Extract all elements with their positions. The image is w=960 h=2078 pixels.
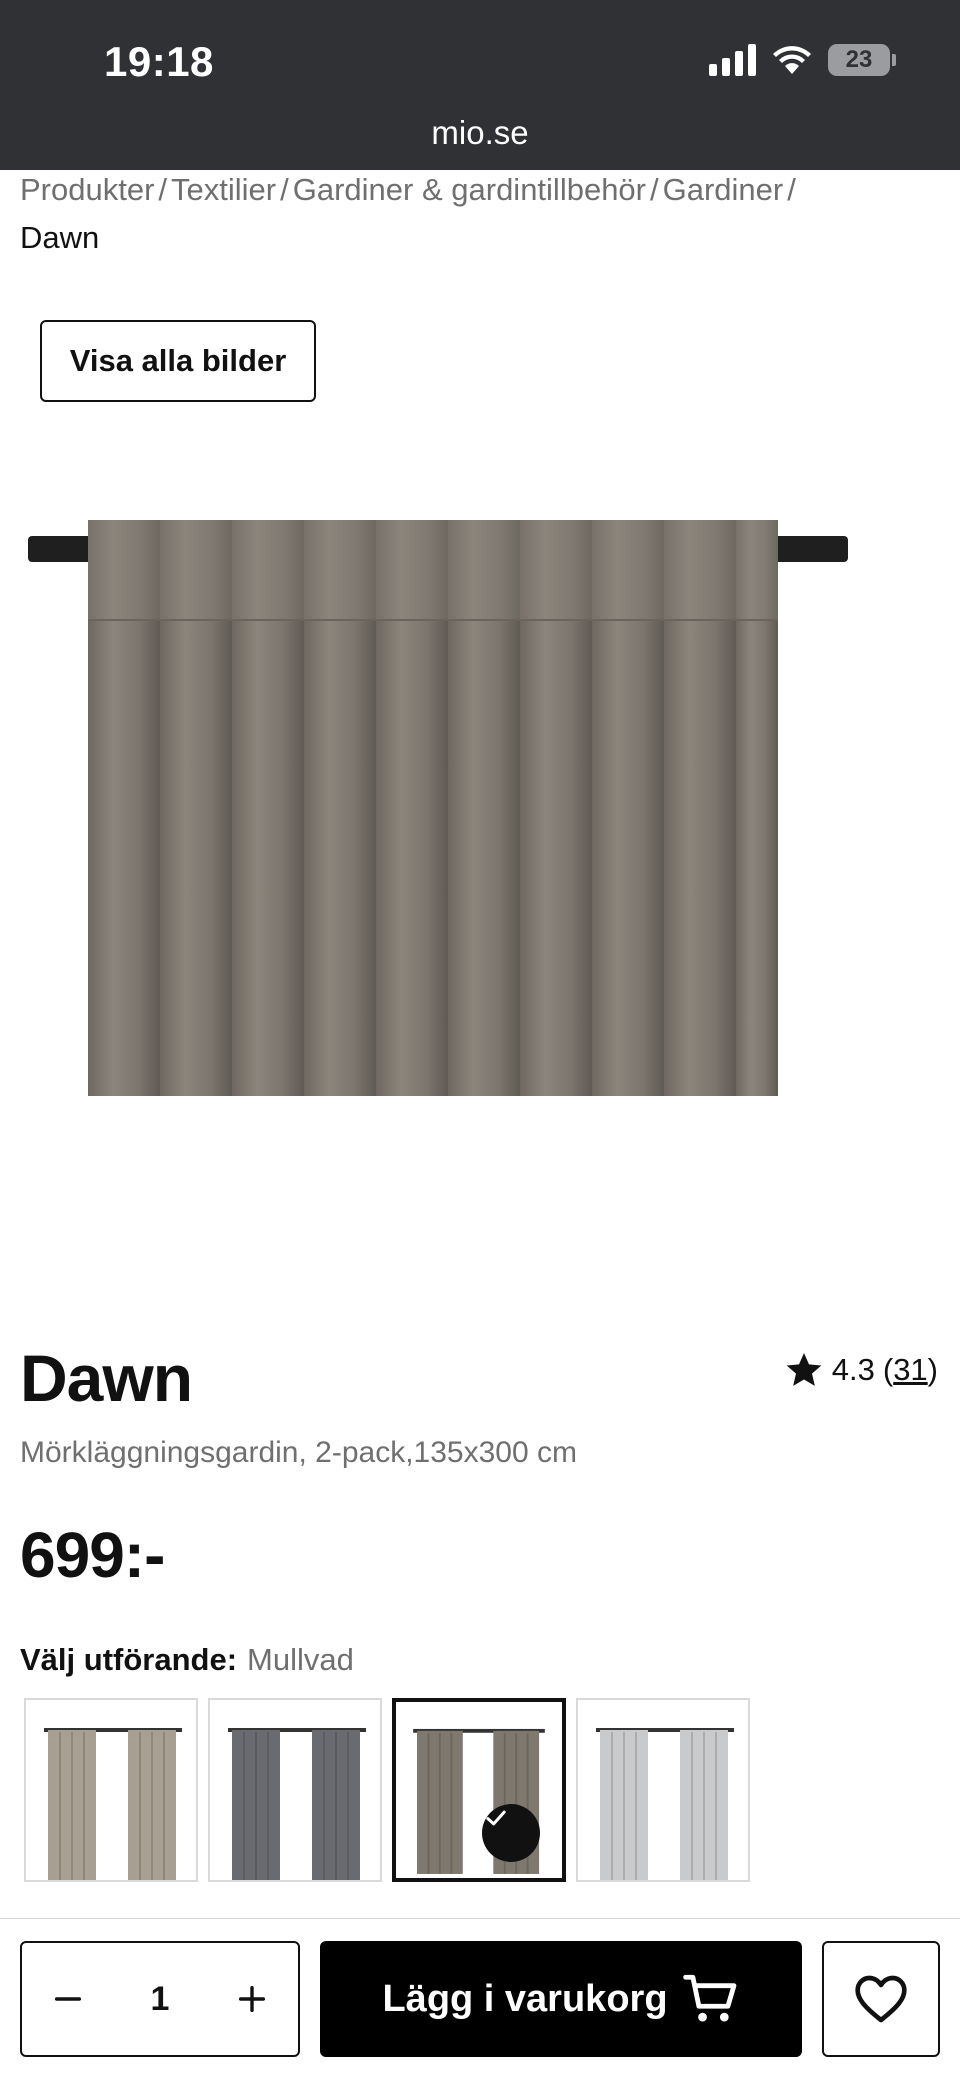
battery-icon: 23 [828, 44, 896, 76]
breadcrumb-separator: / [158, 172, 168, 207]
product-rating[interactable]: 4.3 (31) [784, 1350, 938, 1390]
swatch-beige[interactable] [24, 1698, 198, 1882]
decrease-quantity-button[interactable] [42, 1973, 94, 2025]
rating-value: 4.3 [831, 1352, 875, 1387]
variant-swatches [24, 1698, 750, 1882]
rating-count[interactable]: 31 [893, 1352, 927, 1387]
battery-level: 23 [828, 44, 890, 76]
heart-icon [855, 1975, 907, 2023]
breadcrumb-current: Dawn [20, 220, 100, 255]
check-icon [482, 1804, 540, 1862]
star-icon [786, 1353, 822, 1386]
wifi-icon [773, 46, 811, 74]
variant-label: Välj utförande: Mullvad [20, 1642, 354, 1678]
variant-selected-value: Mullvad [247, 1642, 354, 1677]
breadcrumb-separator: / [280, 172, 289, 207]
breadcrumb-item-gardiner-tillbehor[interactable]: Gardiner & gardintillbehör [293, 172, 646, 207]
cart-icon [682, 1974, 736, 2022]
wishlist-button[interactable] [822, 1941, 940, 2057]
product-title: Dawn [20, 1341, 193, 1415]
swatch-grey[interactable] [208, 1698, 382, 1882]
breadcrumb-separator: / [787, 172, 796, 207]
show-all-images-button[interactable]: Visa alla bilder [40, 320, 316, 402]
swatch-light-grey[interactable] [576, 1698, 750, 1882]
add-to-cart-button[interactable]: Lägg i varukorg [320, 1941, 802, 2057]
bottom-action-bar: 1 Lägg i varukorg [0, 1918, 960, 2078]
increase-quantity-button[interactable] [226, 1973, 278, 2025]
product-price: 699:- [20, 1519, 165, 1591]
quantity-stepper: 1 [20, 1941, 300, 2057]
variant-label-text: Välj utförande: [20, 1642, 238, 1677]
breadcrumb-item-produkter[interactable]: Produkter [20, 172, 154, 207]
breadcrumb-separator: / [650, 172, 659, 207]
breadcrumb: Produkter / Textilier / Gardiner & gardintil… [20, 166, 940, 262]
status-time: 19:18 [104, 38, 214, 85]
swatch-mullvad[interactable] [392, 1698, 566, 1882]
url-bar[interactable]: mio.se [0, 114, 960, 152]
status-icons: 23 [709, 44, 896, 76]
signal-icon [709, 44, 756, 76]
plus-icon [238, 1985, 266, 2013]
quantity-value[interactable]: 1 [151, 1980, 170, 2019]
breadcrumb-item-gardiner[interactable]: Gardiner [663, 172, 784, 207]
breadcrumb-item-textilier[interactable]: Textilier [171, 172, 276, 207]
status-bar: 19:18 23 mio.se [0, 0, 960, 170]
product-image[interactable] [28, 500, 848, 1100]
rating-count-wrapper[interactable]: (31) [883, 1352, 938, 1388]
add-to-cart-label: Lägg i varukorg [382, 1977, 668, 2020]
minus-icon [54, 1997, 82, 2001]
product-subtitle: Mörkläggningsgardin, 2-pack,135x300 cm [20, 1436, 577, 1469]
